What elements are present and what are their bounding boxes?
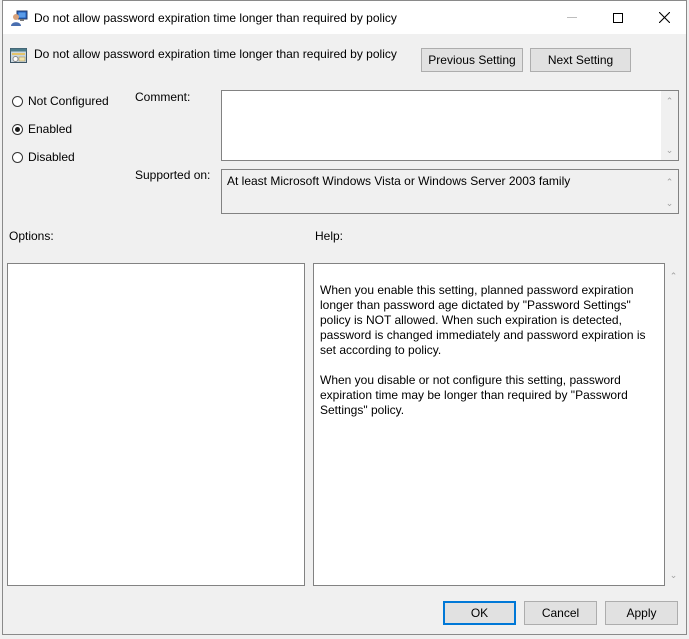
- options-panel: [7, 263, 305, 586]
- scroll-up-icon[interactable]: ⌃: [665, 178, 674, 187]
- ok-button[interactable]: OK: [443, 601, 516, 625]
- radio-label: Disabled: [28, 150, 75, 164]
- radio-not-configured[interactable]: Not Configured: [12, 94, 109, 108]
- radio-button[interactable]: [12, 151, 23, 163]
- comment-scrollbar[interactable]: ⌃ ⌄: [661, 91, 678, 160]
- help-text: When you enable this setting, planned pa…: [320, 283, 660, 433]
- help-paragraph: When you enable this setting, planned pa…: [320, 283, 646, 357]
- next-setting-button[interactable]: Next Setting: [530, 48, 631, 72]
- window-title: Do not allow password expiration time lo…: [34, 11, 397, 25]
- help-panel: When you enable this setting, planned pa…: [313, 263, 665, 586]
- maximize-icon: [613, 12, 623, 23]
- minimize-icon: [567, 17, 577, 18]
- supported-on-label: Supported on:: [135, 168, 211, 182]
- radio-label: Enabled: [28, 122, 73, 136]
- maximize-button[interactable]: [595, 1, 641, 34]
- radio-enabled[interactable]: Enabled: [12, 122, 72, 136]
- comment-textarea[interactable]: ⌃ ⌄: [221, 90, 679, 161]
- apply-button[interactable]: Apply: [605, 601, 678, 625]
- minimize-button[interactable]: [549, 1, 595, 34]
- radio-label: Not Configured: [28, 94, 109, 108]
- cancel-button[interactable]: Cancel: [524, 601, 597, 625]
- policy-setting-dialog: Do not allow password expiration time lo…: [2, 0, 687, 635]
- options-label: Options:: [9, 229, 54, 243]
- supported-scrollbar[interactable]: ⌃ ⌄: [661, 170, 678, 213]
- comment-label: Comment:: [135, 90, 191, 104]
- scroll-down-icon[interactable]: ⌄: [665, 146, 674, 155]
- radio-disabled[interactable]: Disabled: [12, 150, 75, 164]
- scroll-down-icon[interactable]: ⌄: [665, 199, 674, 208]
- supported-on-box: At least Microsoft Windows Vista or Wind…: [221, 169, 679, 214]
- setting-icon: [10, 47, 27, 64]
- scroll-up-icon[interactable]: ⌃: [669, 272, 678, 281]
- policy-editor-icon: [11, 10, 28, 26]
- title-bar[interactable]: Do not allow password expiration time lo…: [3, 1, 686, 34]
- setting-name: Do not allow password expiration time lo…: [34, 47, 397, 61]
- scroll-up-icon[interactable]: ⌃: [665, 97, 674, 106]
- supported-on-value: At least Microsoft Windows Vista or Wind…: [227, 174, 571, 188]
- close-button[interactable]: [641, 1, 687, 34]
- help-paragraph: When you disable or not configure this s…: [320, 373, 628, 417]
- help-label: Help:: [315, 229, 344, 243]
- radio-button[interactable]: [12, 123, 23, 135]
- help-scrollbar[interactable]: ⌃ ⌄: [665, 263, 682, 586]
- previous-setting-button[interactable]: Previous Setting: [421, 48, 523, 72]
- radio-button[interactable]: [12, 95, 23, 107]
- close-icon: [658, 12, 670, 23]
- scroll-down-icon[interactable]: ⌄: [669, 571, 678, 580]
